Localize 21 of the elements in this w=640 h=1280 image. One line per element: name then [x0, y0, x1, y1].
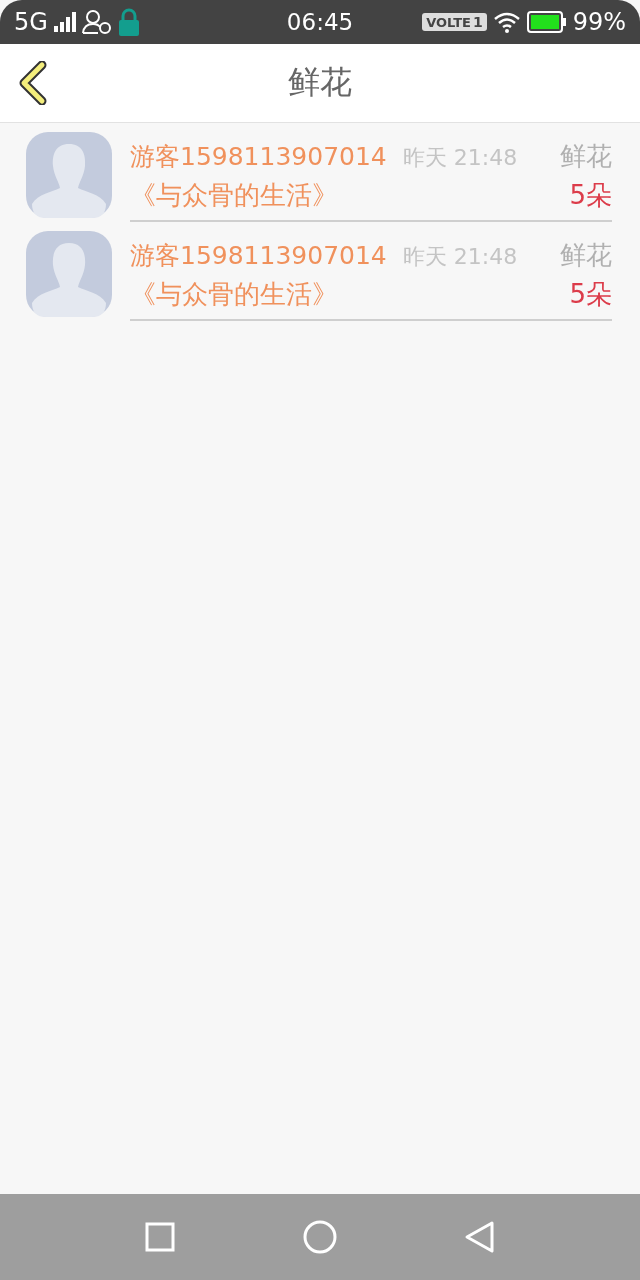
user-icon — [81, 10, 112, 34]
network-type: 5G — [14, 8, 48, 36]
avatar-icon — [26, 231, 112, 317]
volte-badge: VOLTE 1 — [422, 13, 487, 31]
wifi-icon — [492, 11, 521, 33]
clock: 06:45 — [286, 9, 354, 35]
gift-type: 鲜花 — [560, 239, 612, 272]
home-button[interactable] — [302, 1219, 338, 1255]
gift-type: 鲜花 — [560, 140, 612, 173]
page-title: 鲜花 — [288, 62, 352, 103]
gift-amount: 5朵 — [569, 179, 612, 212]
username: 游客1598113907014 — [130, 240, 387, 272]
gift-amount: 5朵 — [569, 278, 612, 311]
avatar-icon — [26, 132, 112, 218]
battery-icon — [526, 11, 567, 33]
lock-icon — [117, 8, 140, 36]
username: 游客1598113907014 — [130, 141, 387, 173]
book-title: 《与众骨的生活》 — [130, 278, 339, 311]
signal-icon — [53, 12, 76, 32]
battery-percentage: 99% — [572, 8, 626, 36]
book-title: 《与众骨的生活》 — [130, 179, 339, 212]
